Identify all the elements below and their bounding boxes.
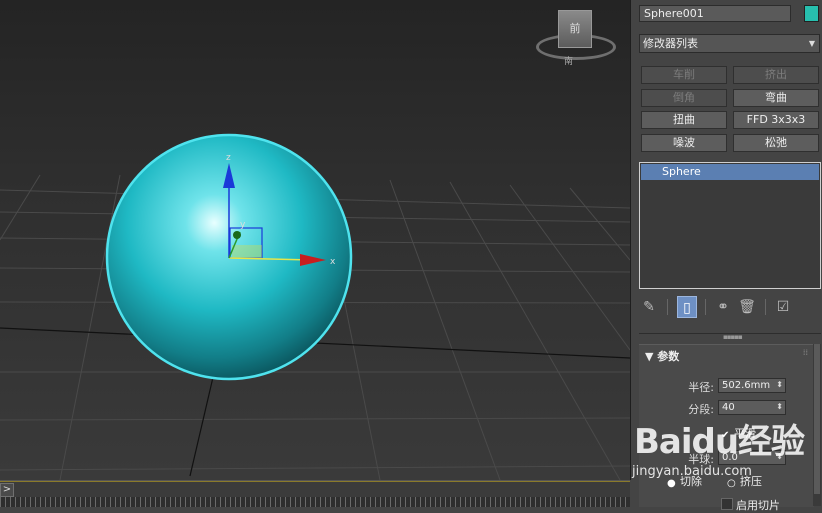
check-icon: ✔: [721, 430, 730, 441]
modifier-button-bend[interactable]: 弯曲: [733, 89, 819, 107]
gizmo-x-label: x: [330, 257, 336, 267]
pin-stack-icon[interactable]: ✎: [639, 296, 659, 318]
segments-value[interactable]: 40: [722, 402, 735, 413]
modify-command-panel: 修改器列表 ▼ 车削 挤出 倒角 弯曲 扭曲 FFD 3x3x3 噪波 松弛 S…: [631, 0, 822, 512]
viewport-scene: z x y: [0, 133, 630, 480]
time-slider-bar[interactable]: >: [0, 480, 630, 507]
expand-track-bar-button[interactable]: >: [0, 483, 14, 497]
modifier-button-bevel[interactable]: 倒角: [641, 89, 727, 107]
remove-modifier-icon[interactable]: 🗑: [737, 296, 757, 318]
radius-spinner[interactable]: 502.6mm ⬍: [718, 378, 786, 393]
radius-row: 半径: 502.6mm ⬍: [639, 378, 814, 394]
viewcube-face-front[interactable]: 前: [558, 10, 592, 48]
toolbar-separator: [765, 299, 766, 315]
radio-icon: ○: [727, 478, 736, 489]
configure-sets-icon[interactable]: ☑: [773, 296, 793, 318]
show-end-result-icon[interactable]: ▯: [677, 296, 697, 318]
gizmo-z-label: z: [226, 153, 231, 163]
chevron-down-icon: ▼: [808, 39, 815, 48]
radius-value[interactable]: 502.6mm: [722, 380, 770, 391]
viewcube[interactable]: 前 南: [536, 10, 616, 67]
panel-scrollbar[interactable]: [813, 344, 821, 506]
stack-toolbar: ✎ ▯ ⚭ 🗑 ☑: [639, 296, 821, 320]
gizmo-y-label: y: [240, 220, 246, 230]
smooth-checkbox[interactable]: ✔ 平滑: [721, 425, 756, 441]
segments-label: 分段:: [688, 403, 714, 416]
checkbox-icon: [721, 498, 733, 510]
segments-spinner[interactable]: 40 ⬍: [718, 400, 786, 415]
object-name-field[interactable]: [639, 5, 791, 22]
hemisphere-value[interactable]: 0.0: [722, 452, 738, 463]
chop-label: 切除: [680, 475, 702, 488]
squash-radio[interactable]: ○ 挤压: [727, 473, 762, 489]
stack-item-sphere[interactable]: Sphere: [641, 164, 819, 180]
modifier-button-relax[interactable]: 松弛: [733, 134, 819, 152]
radio-icon: ●: [667, 478, 676, 489]
chop-radio[interactable]: ● 切除: [667, 473, 702, 489]
rollout-grip-icon: ⁞⁞: [802, 348, 808, 357]
hemisphere-label: 半球:: [688, 453, 714, 466]
smooth-label: 平滑: [734, 427, 756, 440]
radius-label: 半径:: [688, 381, 714, 394]
spinner-arrows-icon[interactable]: ⬍: [776, 378, 783, 391]
parameters-rollout: ▼ 参数 ⁞⁞ 半径: 502.6mm ⬍ 分段: 40 ⬍ ✔ 平滑 半球: 0…: [639, 344, 814, 512]
scrollbar-thumb[interactable]: [814, 344, 820, 494]
modifier-stack-list[interactable]: Sphere: [639, 162, 821, 289]
spinner-arrows-icon[interactable]: ⬍: [776, 450, 783, 463]
modifier-button-noise[interactable]: 噪波: [641, 134, 727, 152]
modifier-button-extrude[interactable]: 挤出: [733, 66, 819, 84]
object-color-swatch[interactable]: [804, 5, 819, 22]
squash-label: 挤压: [740, 475, 762, 488]
hemisphere-spinner[interactable]: 0.0 ⬍: [718, 450, 786, 465]
perspective-viewport[interactable]: z x y 前 南: [0, 0, 631, 480]
viewcube-compass-label: 南: [564, 57, 574, 67]
segments-row: 分段: 40 ⬍: [639, 400, 814, 416]
hemisphere-row: 半球: 0.0 ⬍: [639, 450, 814, 466]
rollout-title-label: 参数: [657, 350, 680, 363]
spinner-arrows-icon[interactable]: ⬍: [776, 400, 783, 413]
time-slider-border: [0, 481, 630, 482]
modifier-button-lathe[interactable]: 车削: [641, 66, 727, 84]
toolbar-separator: [667, 299, 668, 315]
panel-grip-icon[interactable]: ▪▪▪▪▪: [723, 333, 743, 341]
modifier-list-label: 修改器列表: [643, 37, 698, 50]
modifier-list-dropdown[interactable]: 修改器列表 ▼: [639, 34, 820, 53]
modifier-button-ffd[interactable]: FFD 3x3x3: [733, 111, 819, 129]
rollout-title[interactable]: ▼ 参数: [645, 348, 679, 364]
toolbar-separator: [705, 299, 706, 315]
make-unique-icon[interactable]: ⚭: [713, 296, 733, 318]
enable-slice-checkbox[interactable]: 启用切片: [721, 497, 780, 513]
modifier-button-twist[interactable]: 扭曲: [641, 111, 727, 129]
